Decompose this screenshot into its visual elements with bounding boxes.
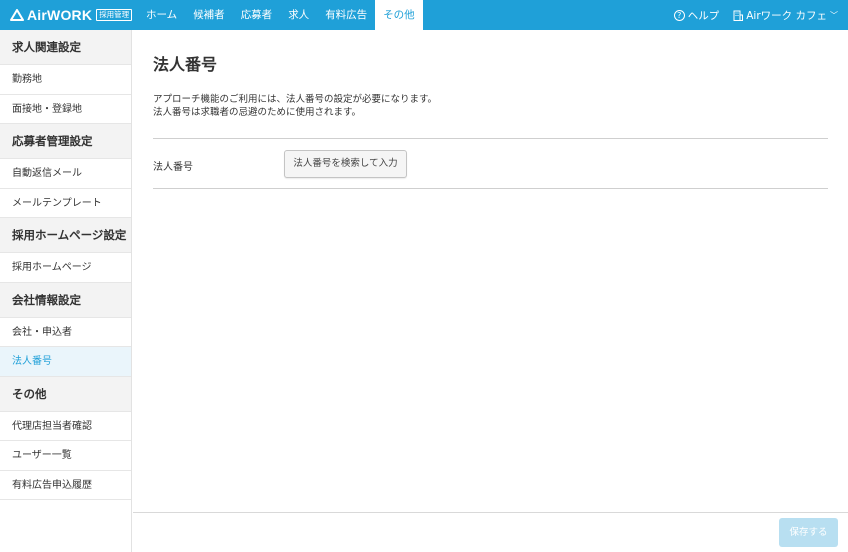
nav-jobs[interactable]: 求人 — [280, 0, 317, 30]
sidebar-section-others: その他 — [0, 376, 131, 412]
corporate-number-field-row: 法人番号 法人番号を検索して入力 — [153, 138, 828, 189]
page-description: アプローチ機能のご利用には、法人番号の設定が必要になります。 法人番号は求職者の… — [153, 93, 437, 119]
sidebar-item-interview-location[interactable]: 面接地・登録地 — [0, 95, 131, 124]
top-header: AirWORK 採用管理 ホーム 候補者 応募者 求人 有料広告 その他 ? ヘ… — [0, 0, 848, 30]
nav-home[interactable]: ホーム — [138, 0, 185, 30]
corporate-number-label: 法人番号 — [153, 162, 193, 173]
page-title: 法人番号 — [153, 55, 218, 74]
building-icon — [733, 10, 744, 21]
sidebar-section-homepage-settings: 採用ホームページ設定 — [0, 218, 131, 253]
sidebar: 求人関連設定 勤務地 面接地・登録地 応募者管理設定 自動返信メール メールテン… — [0, 30, 132, 552]
sidebar-item-work-location[interactable]: 勤務地 — [0, 65, 131, 95]
chevron-down-icon: ﹀ — [830, 10, 838, 20]
help-link[interactable]: ? ヘルプ — [673, 8, 720, 23]
sidebar-item-mail-template[interactable]: メールテンプレート — [0, 189, 131, 218]
question-circle-icon: ? — [673, 9, 685, 21]
sidebar-item-paid-ad-history[interactable]: 有料広告申込履歴 — [0, 471, 131, 500]
description-line-2: 法人番号は求職者の忌避のために使用されます。 — [153, 107, 362, 118]
sidebar-item-recruit-homepage[interactable]: 採用ホームページ — [0, 253, 131, 283]
nav-candidates[interactable]: 候補者 — [185, 0, 233, 30]
help-label: ヘルプ — [687, 9, 720, 22]
account-label: Airワーク カフェ — [746, 9, 827, 22]
description-line-1: アプローチ機能のご利用には、法人番号の設定が必要になります。 — [153, 94, 438, 105]
sidebar-section-applicant-settings: 応募者管理設定 — [0, 124, 131, 159]
sidebar-section-job-settings: 求人関連設定 — [0, 30, 131, 65]
sidebar-item-agent-contact[interactable]: 代理店担当者確認 — [0, 412, 131, 441]
main-content: 法人番号 アプローチ機能のご利用には、法人番号の設定が必要になります。 法人番号… — [133, 30, 848, 512]
nav-others[interactable]: その他 — [375, 0, 423, 30]
search-corporate-number-button[interactable]: 法人番号を検索して入力 — [284, 150, 407, 178]
sidebar-item-company-applicant[interactable]: 会社・申込者 — [0, 318, 131, 347]
sidebar-item-auto-reply-mail[interactable]: 自動返信メール — [0, 159, 131, 189]
logo-text: AirWORK — [27, 7, 93, 23]
save-button[interactable]: 保存する — [779, 518, 838, 547]
nav-paid-ads[interactable]: 有料広告 — [317, 0, 375, 30]
nav-applicants[interactable]: 応募者 — [233, 0, 281, 30]
sidebar-section-company-settings: 会社情報設定 — [0, 282, 131, 318]
logo-badge: 採用管理 — [96, 9, 133, 21]
main-nav: ホーム 候補者 応募者 求人 有料広告 その他 — [138, 0, 423, 30]
logo-triangle-icon — [10, 9, 24, 21]
logo[interactable]: AirWORK 採用管理 — [0, 0, 138, 30]
sidebar-item-user-list[interactable]: ユーザー一覧 — [0, 441, 131, 471]
footer-bar: 保存する — [133, 512, 848, 552]
account-menu[interactable]: Airワーク カフェ ﹀ — [733, 8, 838, 23]
header-right: ? ヘルプ Airワーク カフェ ﹀ — [673, 0, 848, 30]
sidebar-item-corporate-number[interactable]: 法人番号 — [0, 347, 131, 377]
